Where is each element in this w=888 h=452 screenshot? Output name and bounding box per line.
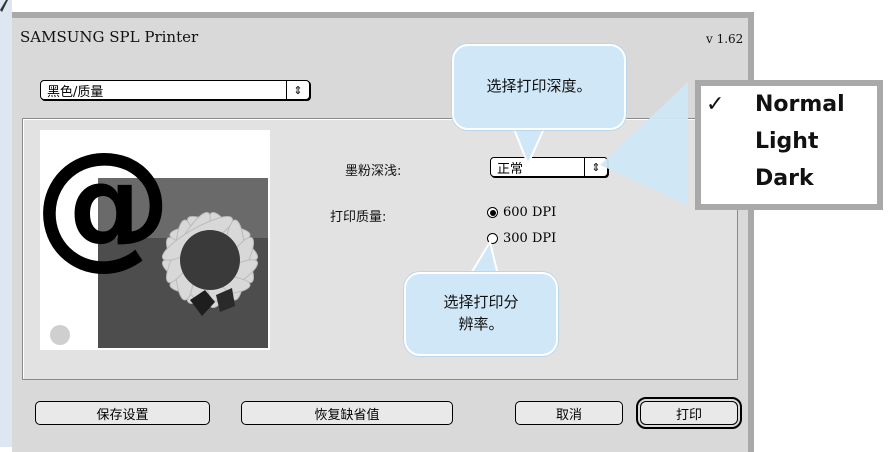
callout-pointers xyxy=(468,82,688,276)
resolution-callout-line2: 辨率。 xyxy=(458,315,504,333)
menu-item-normal[interactable]: Normal xyxy=(755,92,845,117)
darkness-callout: 选择打印深度。 xyxy=(452,44,626,130)
menu-check-icon: ✓ xyxy=(706,92,725,117)
darkness-callout-text: 选择打印深度。 xyxy=(486,77,592,96)
resolution-callout-line1: 选择打印分 xyxy=(443,293,519,312)
menu-item-light[interactable]: Light xyxy=(755,129,819,154)
resolution-callout-tail xyxy=(468,239,500,276)
resolution-callout: 选择打印分 辨率。 xyxy=(404,272,558,356)
menu-item-dark[interactable]: Dark xyxy=(755,166,814,191)
darkness-callout-tail xyxy=(510,123,548,167)
